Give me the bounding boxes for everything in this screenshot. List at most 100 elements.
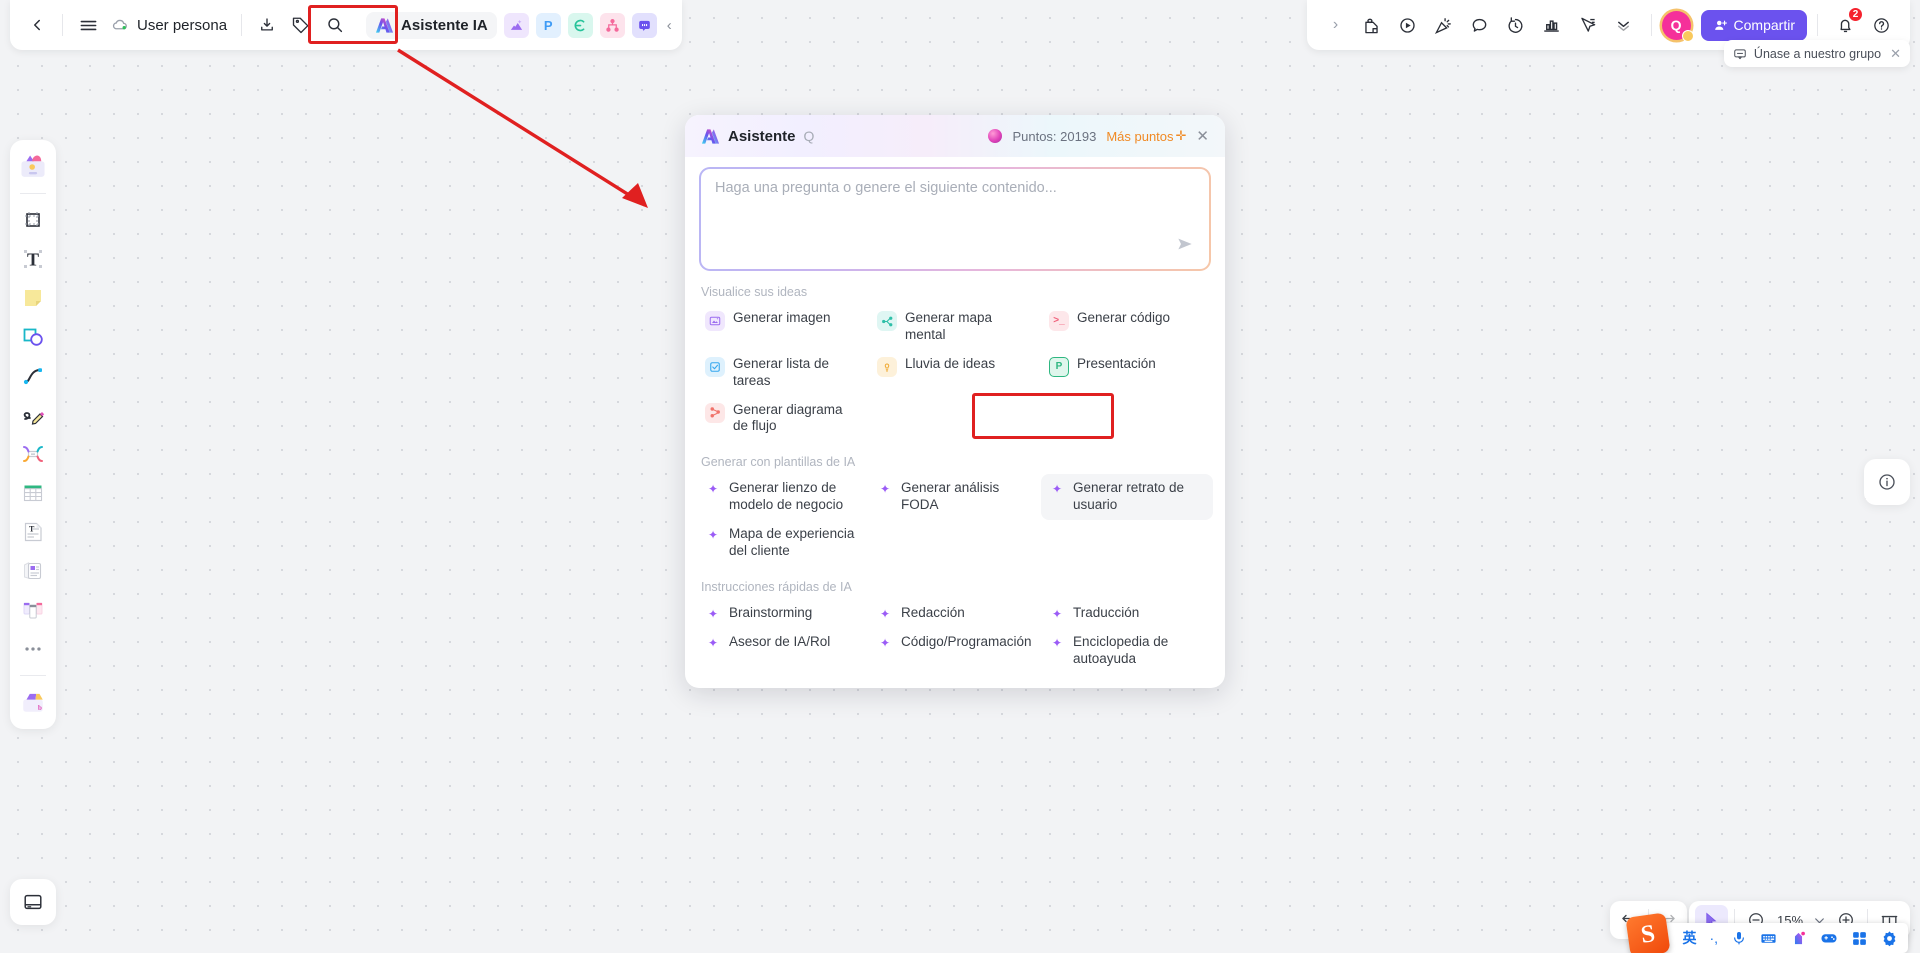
option-writing[interactable]: ✦ Redacción [869, 599, 1041, 628]
ai-panel-title-text: Asistente [728, 127, 796, 145]
more-points-button[interactable]: Más puntos ✛ [1106, 128, 1186, 144]
avatar[interactable]: Q [1661, 10, 1694, 42]
annotation-arrow [397, 48, 648, 208]
mini-app-presentation-button[interactable]: P [535, 12, 561, 38]
ime-language-button[interactable]: 英 [1682, 928, 1696, 948]
mini-app-flowchart-button[interactable] [599, 12, 625, 38]
options-grid-visualize: Generar imagen Generar mapa mental >_ Ge… [685, 304, 1225, 441]
info-icon [1879, 474, 1895, 490]
kanban-icon [23, 602, 43, 619]
more-tools-button[interactable] [1607, 8, 1641, 42]
sidebar-item-text[interactable]: T [15, 241, 51, 277]
ime-mic-button[interactable] [1731, 930, 1747, 946]
sidebar-item-pen[interactable] [15, 397, 51, 433]
more-points-label: Más puntos [1106, 128, 1174, 144]
sidebar-item-upload[interactable]: b [15, 684, 51, 720]
generate-image-icon [705, 311, 725, 331]
tab-asistente-ia-label: Asistente IA [401, 16, 488, 34]
svg-text:T: T [27, 250, 39, 270]
chart-button[interactable] [1535, 8, 1569, 42]
points-coin-icon [988, 129, 1003, 143]
option-generate-image[interactable]: Generar imagen [697, 304, 869, 350]
chart-icon [1544, 19, 1559, 32]
play-button[interactable] [1391, 8, 1425, 42]
comment-button[interactable] [1463, 8, 1497, 42]
mini-app-mindmap-button[interactable] [567, 12, 593, 38]
notifications-button[interactable]: 2 [1828, 7, 1863, 42]
lock-note-button[interactable] [1355, 8, 1389, 42]
option-generate-code[interactable]: >_ Generar código [1041, 304, 1213, 350]
sidebar-item-shapes[interactable] [15, 319, 51, 355]
close-panel-button[interactable]: ✕ [1196, 129, 1209, 144]
hamburger-menu-button[interactable] [71, 8, 105, 42]
sidebar-item-document[interactable]: T [15, 514, 51, 550]
sidebar-item-relation[interactable] [15, 436, 51, 472]
generate-task-list-icon [705, 356, 725, 377]
collapse-tabs-button[interactable]: ‹ [667, 17, 672, 34]
shapes-icon [23, 328, 43, 346]
ime-games-button[interactable] [1820, 929, 1838, 947]
sogou-logo-icon[interactable]: S [1625, 912, 1672, 953]
option-generate-flowchart[interactable]: Generar diagrama de flujo [697, 396, 869, 442]
settings-icon [1883, 930, 1896, 946]
help-button[interactable] [1864, 8, 1898, 42]
ime-settings-button[interactable] [1881, 930, 1898, 947]
sidebar-item-card[interactable] [15, 553, 51, 589]
sparkle-icon: ✦ [707, 482, 719, 497]
sparkle-icon: ✦ [707, 635, 719, 650]
option-self-help-encyclopedia[interactable]: ✦ Enciclopedia de autoayuda [1041, 628, 1213, 674]
option-generate-mindmap[interactable]: Generar mapa mental [869, 304, 1041, 350]
close-banner-button[interactable]: ✕ [1890, 46, 1901, 62]
search-button[interactable] [318, 8, 352, 42]
tab-asistente-ia[interactable]: Asistente IA [366, 11, 497, 39]
mini-app-presentation-label: P [543, 17, 553, 33]
option-generate-task-list[interactable]: Generar lista de tareas [697, 350, 869, 396]
document-title[interactable]: User persona [105, 16, 233, 34]
sidebar-item-layers[interactable] [10, 879, 56, 925]
sidebar-item-table[interactable] [15, 475, 51, 511]
ai-logo-icon [701, 128, 720, 144]
sidebar-item-sticky-note[interactable] [15, 280, 51, 316]
option-translation[interactable]: ✦ Traducción [1041, 599, 1213, 628]
option-user-persona[interactable]: ✦ Generar retrato de usuario [1041, 474, 1213, 520]
expand-toolbar-button[interactable]: › [1319, 8, 1353, 42]
ime-apps-button[interactable] [1851, 930, 1868, 947]
option-swot-analysis[interactable]: ✦ Generar análisis FODA [869, 474, 1041, 520]
send-button[interactable] [1175, 234, 1195, 259]
option-business-model-canvas[interactable]: ✦ Generar lienzo de modelo de negocio [697, 474, 869, 520]
mini-app-comment-button[interactable] [631, 12, 657, 38]
ime-skin-button[interactable] [1790, 930, 1807, 947]
sidebar-item-templates[interactable] [15, 149, 51, 185]
timer-button[interactable] [1499, 8, 1533, 42]
option-ai-advisor-role[interactable]: ✦ Asesor de IA/Rol [697, 628, 869, 674]
plus-icon: ✛ [1175, 128, 1187, 143]
ime-keyboard-button[interactable] [1760, 930, 1777, 947]
prompt-input[interactable] [715, 180, 1195, 242]
sidebar-item-more[interactable] [15, 631, 51, 667]
download-button[interactable] [250, 8, 284, 42]
sidebar-item-connector[interactable] [15, 358, 51, 394]
skin-icon [1794, 931, 1805, 944]
option-code-programming[interactable]: ✦ Código/Programación [869, 628, 1041, 674]
option-brainstorm-ideas[interactable]: Lluvia de ideas [869, 350, 1041, 396]
sidebar-item-frame[interactable] [15, 202, 51, 238]
back-button[interactable] [20, 8, 54, 42]
ime-punctuation-button[interactable]: ·, [1709, 930, 1718, 946]
option-user-persona-label: Generar retrato de usuario [1073, 480, 1185, 513]
join-group-banner[interactable]: Únase a nuestro grupo ✕ [1723, 40, 1910, 67]
tag-button[interactable] [284, 8, 318, 42]
presentation-icon: P [1049, 356, 1069, 377]
celebrate-button[interactable] [1427, 8, 1461, 42]
presenter-cursor-button[interactable] [1571, 8, 1605, 42]
ai-panel-subtitle: Q [803, 128, 815, 144]
share-button[interactable]: Compartir [1700, 9, 1807, 41]
mini-app-image-button[interactable] [503, 12, 529, 38]
option-presentation[interactable]: P Presentación [1041, 350, 1213, 396]
search-icon [328, 18, 343, 33]
option-customer-journey-map[interactable]: ✦ Mapa de experiencia del cliente [697, 520, 869, 566]
option-brainstorming[interactable]: ✦ Brainstorming [697, 599, 869, 628]
info-button[interactable] [1864, 459, 1910, 505]
divider [1650, 14, 1652, 36]
sidebar-item-kanban[interactable] [15, 592, 51, 628]
layers-icon [24, 894, 42, 910]
